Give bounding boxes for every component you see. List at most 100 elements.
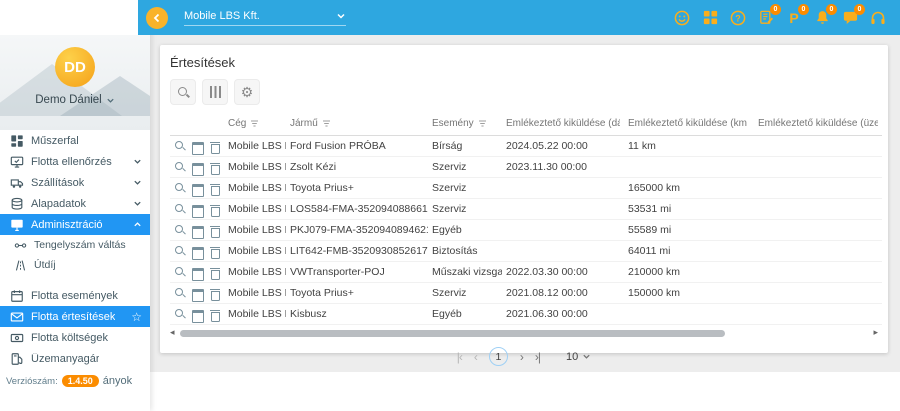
dashboard-icon <box>10 134 24 148</box>
row-view-icon[interactable] <box>174 140 185 152</box>
row-calendar-icon[interactable] <box>191 182 202 194</box>
sidebar-item-flotta-koltsegek[interactable]: Flotta költségek <box>0 327 150 348</box>
filter-icon[interactable] <box>322 119 331 128</box>
column-header-ceg[interactable]: Cég <box>224 113 286 136</box>
last-page-icon[interactable]: ›| <box>535 350 540 364</box>
cell-datum <box>502 199 624 220</box>
filter-icon[interactable] <box>478 119 487 128</box>
table-row[interactable]: Mobile LBS Kft. Ford Fusion PRÓBA Bírság… <box>170 136 882 157</box>
filter-icon[interactable] <box>250 119 259 128</box>
cell-jarmu: Toyota Prius+ <box>286 178 428 199</box>
page-number[interactable]: 1 <box>489 347 508 366</box>
document-edit-icon[interactable]: 0 <box>756 8 776 28</box>
sidebar-item-uzemanyagar[interactable]: Üzemanyagár <box>0 348 150 369</box>
row-calendar-icon[interactable] <box>191 308 202 320</box>
row-view-icon[interactable] <box>174 245 185 257</box>
cell-datum <box>502 178 624 199</box>
bell-icon[interactable]: 0 <box>812 8 832 28</box>
cell-jarmu: Ford Fusion PRÓBA <box>286 136 428 157</box>
headset-icon[interactable] <box>868 8 888 28</box>
cell-ceg: Mobile LBS Kft. <box>224 157 286 178</box>
sidebar-item-flotta-ertesitesek[interactable]: Flotta értesítések ☆ <box>0 306 150 327</box>
chevron-down-icon <box>582 352 591 361</box>
first-page-icon[interactable]: |‹ <box>457 350 462 364</box>
table-row[interactable]: Mobile LBS Kft. PKJ079-FMA-3520940894621… <box>170 220 882 241</box>
cell-datum <box>502 220 624 241</box>
table-row[interactable]: Mobile LBS Kft. Zsolt Kézi Szerviz 2023.… <box>170 157 882 178</box>
row-calendar-icon[interactable] <box>191 287 202 299</box>
row-calendar-icon[interactable] <box>191 224 202 236</box>
row-view-icon[interactable] <box>174 161 185 173</box>
table-row[interactable]: Mobile LBS Kft. Toyota Prius+ Szerviz 20… <box>170 283 882 304</box>
cell-jarmu: Toyota Prius+ <box>286 283 428 304</box>
column-header-jarmu[interactable]: Jármű <box>286 113 428 136</box>
next-page-icon[interactable]: › <box>520 350 523 364</box>
row-view-icon[interactable] <box>174 287 185 299</box>
parking-icon[interactable]: P 0 <box>784 8 804 28</box>
table-row[interactable]: Mobile LBS Kft. VWTransporter-POJ Műszak… <box>170 262 882 283</box>
cell-ceg: Mobile LBS Kft. <box>224 283 286 304</box>
row-delete-icon[interactable] <box>209 308 220 320</box>
table-row[interactable]: Mobile LBS Kft. Toyota Prius+ Szerviz 16… <box>170 178 882 199</box>
user-menu[interactable]: Demo Dániel <box>0 94 150 106</box>
feedback-smiley-icon[interactable] <box>672 8 692 28</box>
cell-uzemora <box>754 157 882 178</box>
column-header-km[interactable]: Emlékeztető kiküldése (km óra állás) <box>624 113 754 136</box>
row-calendar-icon[interactable] <box>191 266 202 278</box>
row-delete-icon[interactable] <box>209 224 220 236</box>
scrollbar-thumb[interactable] <box>180 330 725 337</box>
collapse-sidebar-button[interactable] <box>146 7 168 29</box>
scroll-right-icon[interactable]: ▸ <box>873 327 878 338</box>
sidebar-item-utdij[interactable]: Útdíj <box>0 255 150 275</box>
row-calendar-icon[interactable] <box>191 245 202 257</box>
cell-datum <box>502 241 624 262</box>
row-delete-icon[interactable] <box>209 161 220 173</box>
search-button[interactable] <box>170 79 196 105</box>
prev-page-icon[interactable]: ‹ <box>474 350 477 364</box>
row-view-icon[interactable] <box>174 182 185 194</box>
sidebar-item-flotta-ellenorzes[interactable]: Flotta ellenőrzés <box>0 151 150 172</box>
cell-datum: 2022.03.30 00:00 <box>502 262 624 283</box>
settings-button[interactable]: ⚙ <box>234 79 260 105</box>
table-row[interactable]: Mobile LBS Kft. Kisbusz Egyéb 2021.06.30… <box>170 304 882 325</box>
column-header-esemeny[interactable]: Esemény <box>428 113 502 136</box>
column-header-datum[interactable]: Emlékeztető kiküldése (dátum) <box>502 113 624 136</box>
table-row[interactable]: Mobile LBS Kft. LIT642-FMB-3520930852617… <box>170 241 882 262</box>
row-delete-icon[interactable] <box>209 245 220 257</box>
row-calendar-icon[interactable] <box>191 140 202 152</box>
sidebar-item-flotta-esemenyek[interactable]: Flotta események <box>0 285 150 306</box>
row-view-icon[interactable] <box>174 203 185 215</box>
chat-icon[interactable]: 0 <box>840 8 860 28</box>
row-calendar-icon[interactable] <box>191 161 202 173</box>
apps-grid-icon[interactable] <box>700 8 720 28</box>
company-select[interactable]: Mobile LBS Kft. <box>184 10 346 26</box>
help-icon[interactable]: ? <box>728 8 748 28</box>
row-delete-icon[interactable] <box>209 266 220 278</box>
sidebar-item-muszerfal[interactable]: Műszerfal <box>0 130 150 151</box>
row-delete-icon[interactable] <box>209 287 220 299</box>
document-badge: 0 <box>770 4 781 15</box>
version-label: Verziószám: <box>6 376 58 387</box>
row-delete-icon[interactable] <box>209 182 220 194</box>
admin-monitor-icon <box>10 218 24 232</box>
column-chooser-button[interactable] <box>202 79 228 105</box>
sidebar-item-tengelyszam-valtas[interactable]: Tengelyszám váltás <box>0 235 150 255</box>
column-header-uzemora[interactable]: Emlékeztető kiküldése (üzemóra állás) <box>754 113 882 136</box>
menu-divider <box>0 275 150 285</box>
page-size-select[interactable]: 10 <box>566 351 591 363</box>
row-view-icon[interactable] <box>174 224 185 236</box>
row-view-icon[interactable] <box>174 308 185 320</box>
cell-ceg: Mobile LBS Kft. <box>224 136 286 157</box>
sidebar-item-szallitasok[interactable]: Szállítások <box>0 172 150 193</box>
version-row: Verziószám: 1.4.50 ányok <box>0 369 150 393</box>
sidebar-item-adminisztracio[interactable]: Adminisztráció <box>0 214 150 235</box>
bell-badge: 0 <box>826 4 837 15</box>
sidebar-item-alapadatok[interactable]: Alapadatok <box>0 193 150 214</box>
row-delete-icon[interactable] <box>209 203 220 215</box>
row-delete-icon[interactable] <box>209 140 220 152</box>
row-calendar-icon[interactable] <box>191 203 202 215</box>
scroll-left-icon[interactable]: ◂ <box>170 327 175 338</box>
row-view-icon[interactable] <box>174 266 185 278</box>
table-row[interactable]: Mobile LBS Kft. LOS584-FMA-3520940886618… <box>170 199 882 220</box>
favorite-star-icon[interactable]: ☆ <box>131 311 142 323</box>
